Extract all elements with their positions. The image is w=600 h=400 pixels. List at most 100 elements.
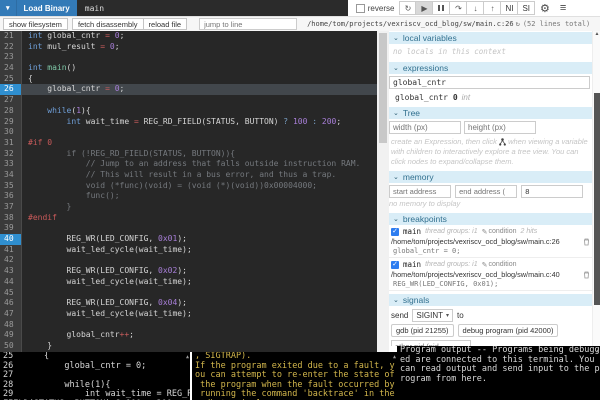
line-number-gutter[interactable]: 23	[0, 52, 22, 63]
breakpoint-checkbox[interactable]: ✓	[391, 261, 399, 269]
section-breakpoints[interactable]: ⌄breakpoints	[389, 213, 592, 225]
line-number-gutter[interactable]: 45	[0, 288, 22, 299]
breakpoint-gutter[interactable]: 40	[0, 234, 22, 245]
source-line: 44 wait_led_cycle(wait_time);	[0, 277, 377, 288]
step-over-button[interactable]: ↷	[450, 1, 467, 15]
signal-target-button[interactable]: debug program (pid 42000)	[458, 324, 559, 337]
breakpoint-condition[interactable]: ✎condition	[482, 228, 517, 236]
program-output-terminal[interactable]: ▲Program output -- Programs being debugg…	[397, 346, 600, 400]
line-number-gutter[interactable]: 50	[0, 341, 22, 352]
continue-button[interactable]: ▶	[416, 1, 433, 15]
section-local-variables[interactable]: ⌄local variables	[389, 32, 592, 44]
signal-target-button[interactable]: gdb (pid 21255)	[391, 324, 454, 337]
section-memory[interactable]: ⌄memory	[389, 171, 592, 183]
gdb-terminal[interactable]: ▲25 {26 global_cntr = 0;2728 while(1){29…	[0, 352, 190, 400]
code-text: while(1){	[22, 106, 91, 117]
sidebar-scrollbar-thumb[interactable]	[594, 93, 600, 305]
run-button[interactable]: ↻	[399, 1, 416, 15]
next-instruction-button[interactable]: NI	[501, 1, 518, 15]
trash-icon[interactable]	[583, 271, 590, 279]
code-text	[22, 320, 28, 331]
scroll-up-icon[interactable]: ▲	[596, 347, 599, 357]
line-number-gutter[interactable]: 33	[0, 159, 22, 170]
line-number-gutter[interactable]: 39	[0, 223, 22, 234]
code-text: if (!REG_RD_FIELD(STATUS, BUTTON)){	[22, 149, 235, 160]
line-number-gutter[interactable]: 22	[0, 42, 22, 53]
tree-height-input[interactable]	[464, 121, 536, 134]
memory-start-address-input[interactable]	[389, 185, 451, 198]
breakpoint-gutter[interactable]: 26	[0, 84, 22, 95]
reverse-checkbox[interactable]	[356, 4, 365, 13]
code-text	[22, 127, 28, 138]
gdbgui-console-terminal[interactable]: ▲, SIGTRAP).If the program exited due to…	[192, 352, 397, 400]
code-text: {	[22, 74, 33, 85]
source-scrollbar-thumb[interactable]	[379, 33, 387, 143]
breakpoint-function: main	[403, 227, 421, 236]
line-number-gutter[interactable]: 41	[0, 245, 22, 256]
section-signals[interactable]: ⌄signals	[389, 294, 592, 306]
scroll-up-icon[interactable]: ▲	[393, 353, 396, 363]
breakpoint-condition[interactable]: ✎condition	[482, 261, 517, 269]
signal-select[interactable]: SIGINT▾	[412, 309, 453, 322]
line-number-gutter[interactable]: 37	[0, 202, 22, 213]
binary-path-input[interactable]	[77, 0, 348, 16]
line-number-gutter[interactable]: 24	[0, 63, 22, 74]
settings-button[interactable]: ⚙	[535, 2, 555, 15]
code-text	[22, 255, 28, 266]
sidebar-scrollbar[interactable]: ▲	[592, 31, 600, 346]
step-instruction-button[interactable]: SI	[518, 1, 535, 15]
line-number-gutter[interactable]: 44	[0, 277, 22, 288]
send-label: send	[391, 311, 408, 320]
line-number-gutter[interactable]: 42	[0, 255, 22, 266]
load-binary-dropdown-button[interactable]: ▾	[0, 0, 17, 16]
menu-button[interactable]: ≡	[555, 2, 571, 14]
breakpoint-function: main	[403, 260, 421, 269]
line-number-gutter[interactable]: 27	[0, 95, 22, 106]
line-number-gutter[interactable]: 43	[0, 266, 22, 277]
line-number-gutter[interactable]: 47	[0, 309, 22, 320]
section-tree[interactable]: ⌄Tree	[389, 107, 592, 119]
line-number-gutter[interactable]: 49	[0, 330, 22, 341]
load-binary-button[interactable]: Load Binary	[17, 0, 77, 16]
memory-end-address-input[interactable]	[455, 185, 517, 198]
line-number-gutter[interactable]: 46	[0, 298, 22, 309]
breakpoint-checkbox[interactable]: ✓	[391, 228, 399, 236]
line-number-gutter[interactable]: 28	[0, 106, 22, 117]
scroll-up-icon[interactable]: ▲	[593, 31, 600, 39]
step-out-icon: ↑	[490, 4, 494, 13]
line-number-gutter[interactable]: 29	[0, 117, 22, 128]
gdbgui-window: ▾ Load Binary reverse ↻ ▶ ↷ ↓ ↑ NI SI ⚙ …	[0, 0, 600, 400]
right-sidebar: ⌄local variables no locals in this conte…	[389, 31, 592, 346]
chevron-down-icon: ⌄	[393, 296, 399, 304]
reload-file-button[interactable]: reload file	[144, 18, 188, 30]
tree-width-input[interactable]	[389, 121, 461, 134]
line-number-gutter[interactable]: 21	[0, 31, 22, 42]
expression-input[interactable]	[389, 76, 590, 89]
jump-to-line-input[interactable]	[199, 18, 297, 30]
breakpoint-item[interactable]: ✓mainthread groups: i1✎condition2 hits/h…	[389, 225, 592, 258]
trash-icon[interactable]	[583, 238, 590, 246]
step-into-button[interactable]: ↓	[467, 1, 484, 15]
line-number-gutter[interactable]: 31	[0, 138, 22, 149]
line-number-gutter[interactable]: 32	[0, 149, 22, 160]
line-number-gutter[interactable]: 36	[0, 191, 22, 202]
source-line: 43 REG_WR(LED_CONFIG, 0x02);	[0, 266, 377, 277]
step-out-button[interactable]: ↑	[484, 1, 501, 15]
section-expressions[interactable]: ⌄expressions	[389, 62, 592, 74]
breakpoint-thread-groups: thread groups: i1	[425, 228, 478, 235]
pause-button[interactable]	[433, 1, 450, 15]
scroll-up-icon[interactable]: ▲	[186, 353, 189, 363]
line-number-gutter[interactable]: 34	[0, 170, 22, 181]
show-filesystem-button[interactable]: show filesystem	[3, 18, 68, 30]
memory-bytes-per-line-input[interactable]	[521, 185, 583, 198]
expression-row[interactable]: global_cntr 0int	[389, 91, 592, 104]
line-number-gutter[interactable]: 35	[0, 181, 22, 192]
source-code-view[interactable]: 21int global_cntr = 0;22int mul_result =…	[0, 31, 377, 352]
source-scrollbar[interactable]	[377, 31, 389, 352]
line-number-gutter[interactable]: 25	[0, 74, 22, 85]
fetch-disassembly-button[interactable]: fetch disassembly	[72, 18, 144, 30]
line-number-gutter[interactable]: 30	[0, 127, 22, 138]
line-number-gutter[interactable]: 48	[0, 320, 22, 331]
line-number-gutter[interactable]: 38	[0, 213, 22, 224]
breakpoint-item[interactable]: ✓mainthread groups: i1✎condition/home/to…	[389, 258, 592, 291]
